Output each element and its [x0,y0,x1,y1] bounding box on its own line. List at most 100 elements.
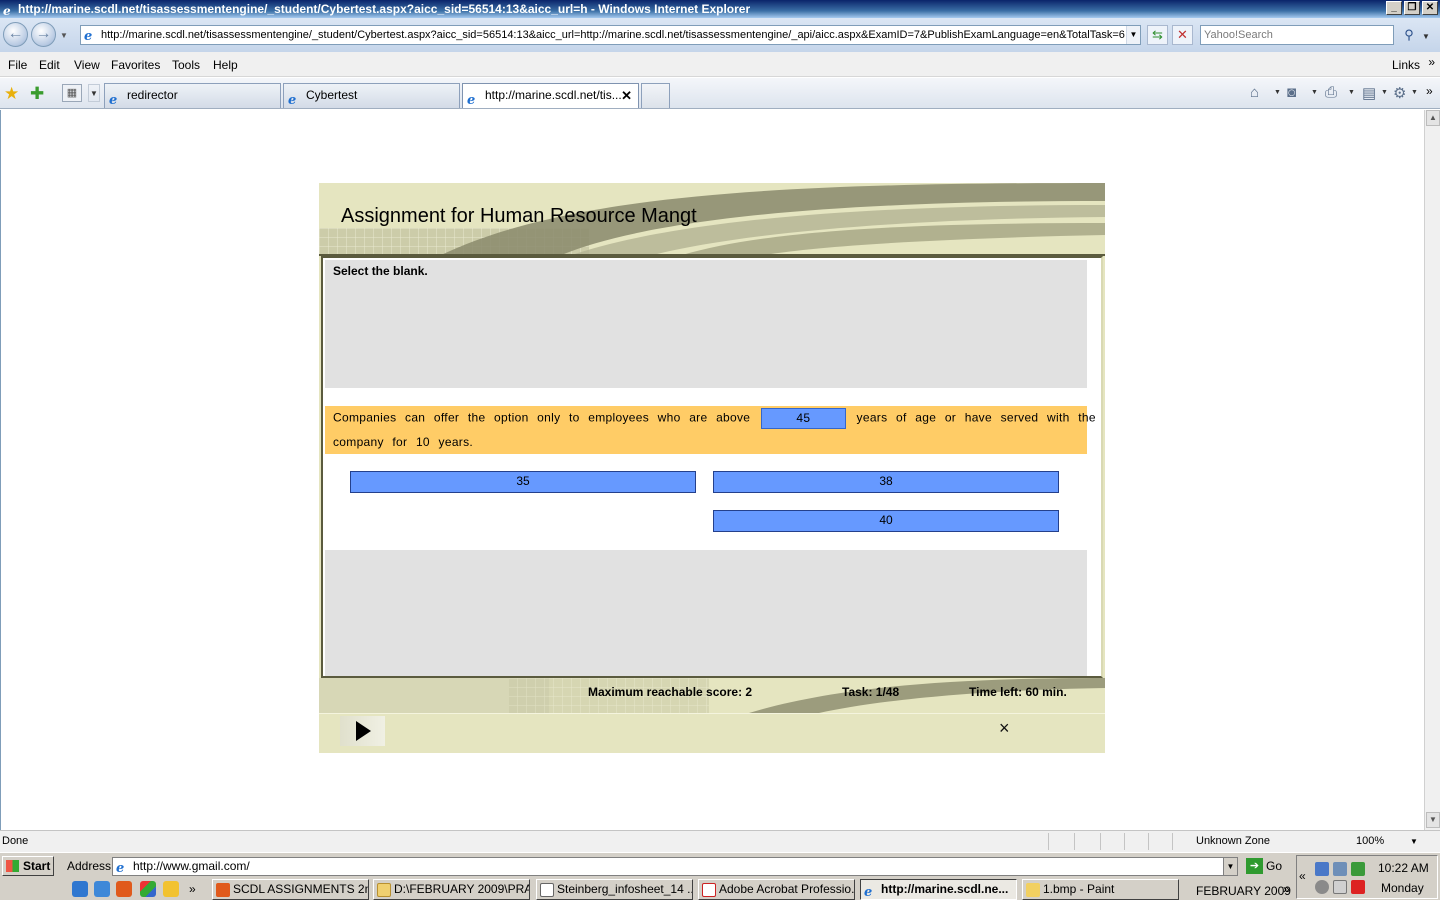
volume-icon[interactable] [1315,880,1329,894]
fill-in-sentence: Companies can offer the option only to e… [325,406,1095,454]
taskbar-item[interactable]: SCDL ASSIGNMENTS 2nd... [212,879,369,900]
option-button[interactable]: 38 [713,471,1059,493]
tab-redirector[interactable]: e redirector [104,83,281,108]
quicklaunch-picasa-icon[interactable] [140,881,156,897]
taskbar-address-dropdown-icon[interactable]: ▼ [1223,858,1237,875]
window-controls: _ ❐ ✕ [1386,1,1438,15]
tab-cybertest[interactable]: e Cybertest [283,83,460,108]
taskbar-item[interactable]: Adobe Acrobat Professio... [698,879,855,900]
home-icon[interactable]: ⌂ [1250,84,1259,101]
taskbar-item[interactable]: Steinberg_infosheet_14 ... [536,879,693,900]
option-button[interactable]: 40 [713,510,1059,532]
page-favicon-icon: e [84,29,93,44]
start-label: Start [23,859,51,873]
quicklaunch-firefox-icon[interactable] [116,881,132,897]
page-menu-icon[interactable]: ▤ [1362,84,1376,102]
address-bar[interactable]: e http://marine.scdl.net/tisassessmenten… [80,25,1141,45]
quicklaunch-ie-icon[interactable] [72,881,88,897]
taskbar-folder-toolbar[interactable]: FEBRUARY 2009 [1196,884,1291,898]
taskbar-item[interactable]: D:\FEBRUARY 2009\PRA... [373,879,530,900]
feeds-icon[interactable]: ◙ [1287,84,1296,101]
links-toolbar[interactable]: Links [1392,58,1420,72]
toolbar-chevron-icon[interactable]: » [1426,84,1433,98]
tray-expand-icon[interactable]: « [1299,869,1306,883]
folder-toolbar-chevron-icon[interactable]: » [1283,882,1290,896]
window-title: http://marine.scdl.net/tisassessmentengi… [18,2,751,16]
quicklaunch-chevron-icon[interactable]: » [189,882,196,896]
forward-button[interactable]: → [31,22,56,47]
exam-app: Assignment for Human Resource Mangt Sele… [319,183,1105,753]
messenger-icon[interactable] [1333,880,1347,894]
taskbar-item-active[interactable]: e http://marine.scdl.ne... [860,879,1017,900]
quicklaunch-notepad-icon[interactable] [163,881,179,897]
search-input[interactable]: Yahoo!Search [1200,25,1394,45]
clock-time[interactable]: 10:22 AM [1378,861,1429,875]
add-favorite-icon[interactable]: ✚ [30,84,44,104]
home-dropdown-icon[interactable]: ▼ [1274,89,1281,96]
links-chevron-icon[interactable]: » [1428,55,1435,69]
answer-blank[interactable]: 45 [760,408,846,429]
start-button[interactable]: Start [2,856,54,876]
refresh-button[interactable]: ⇆ [1147,25,1168,45]
print-dropdown-icon[interactable]: ▼ [1348,89,1355,96]
tab-favicon-icon: e [109,93,118,108]
tab-active-exam[interactable]: e http://marine.scdl.net/tis... ✕ [462,83,639,108]
windows-flag-icon [6,860,19,872]
print-icon[interactable]: ⎙ [1325,84,1337,101]
taskbar-address-input[interactable]: e http://www.gmail.com/ ▼ [112,857,1238,876]
windows-taskbar: Start Address e http://www.gmail.com/ ▼ … [0,852,1440,900]
exam-status-bar: Maximum reachable score: 2 Task: 1/48 Ti… [319,678,1105,713]
status-cell [1074,833,1094,850]
scroll-down-arrow-icon[interactable]: ▼ [1426,812,1440,828]
zoom-dropdown-icon[interactable]: ▼ [1410,837,1418,846]
feeds-dropdown-icon[interactable]: ▼ [1311,89,1318,96]
menu-tools[interactable]: Tools [172,58,200,72]
tab-favicon-icon: e [288,93,297,108]
exam-title: Assignment for Human Resource Mangt [341,205,697,227]
address-dropdown-icon[interactable]: ▼ [1126,26,1140,44]
menu-favorites[interactable]: Favorites [111,58,160,72]
close-exam-button[interactable]: × [999,718,1010,739]
menu-view[interactable]: View [74,58,100,72]
network-icon[interactable] [1315,862,1329,876]
restore-button[interactable]: ❐ [1404,1,1420,15]
back-button[interactable]: ← [3,22,28,47]
option-button[interactable]: 35 [350,471,696,493]
go-button[interactable]: ➔ Go [1244,857,1286,876]
scroll-up-arrow-icon[interactable]: ▲ [1426,110,1440,126]
vertical-scrollbar[interactable]: ▲ ▼ [1424,110,1440,830]
status-cell [1124,833,1144,850]
monitor-icon[interactable] [1333,862,1347,876]
antivirus-icon[interactable] [1351,862,1365,876]
status-cell [1048,833,1068,850]
tab-label: Cybertest [306,88,358,102]
quicklaunch-outlook-icon[interactable] [94,881,110,897]
back-arrow-icon: ← [7,25,24,42]
acrobat-tray-icon[interactable] [1351,880,1365,894]
menu-bar: File Edit View Favorites Tools Help Link… [0,52,1440,77]
recent-pages-dropdown[interactable]: ▼ [60,31,68,40]
tab-list-dropdown[interactable]: ▼ [88,84,100,102]
menu-file[interactable]: File [8,58,27,72]
menu-edit[interactable]: Edit [39,58,60,72]
tools-gear-icon[interactable]: ⚙ [1393,84,1406,102]
favorites-star-icon[interactable]: ★ [4,84,19,104]
zoom-level[interactable]: 100% [1356,835,1384,847]
tools-dropdown-icon[interactable]: ▼ [1411,89,1418,96]
quick-tabs-button[interactable]: ▦ [62,84,82,102]
address-url: http://marine.scdl.net/tisassessmentengi… [101,29,1125,41]
ie-icon: e [864,885,873,900]
minimize-button[interactable]: _ [1386,1,1402,15]
search-options-dropdown[interactable]: ▼ [1422,32,1430,41]
close-window-button[interactable]: ✕ [1422,1,1438,15]
page-dropdown-icon[interactable]: ▼ [1381,89,1388,96]
close-tab-icon[interactable]: ✕ [621,84,632,107]
menu-help[interactable]: Help [213,58,238,72]
stop-button[interactable]: ✕ [1172,25,1193,45]
new-tab-button[interactable] [641,83,670,108]
paint-icon [1026,883,1040,897]
search-icon[interactable]: ⚲ [1398,25,1420,45]
taskbar-item[interactable]: 1.bmp - Paint [1022,879,1179,900]
next-task-button[interactable] [340,716,385,746]
navigation-bar: ← → ▼ e http://marine.scdl.net/tisassess… [0,18,1440,52]
